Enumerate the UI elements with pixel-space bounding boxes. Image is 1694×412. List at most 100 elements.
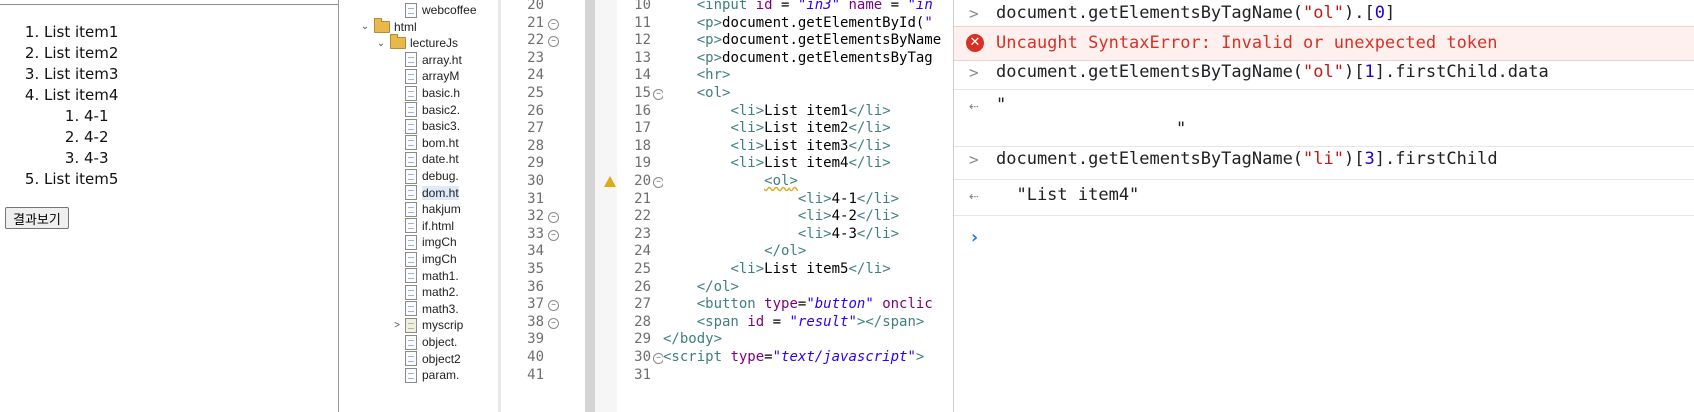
list-item: List item4 4-1 4-2 4-3 <box>44 85 118 169</box>
list-item: List item1 <box>44 22 118 43</box>
console-output-entry[interactable]: ⇠ "List item4" <box>954 179 1694 216</box>
chevron-icon[interactable]: ⌄ <box>359 21 371 32</box>
fold-toggle-icon[interactable]: − <box>548 212 559 224</box>
line-number: 22 <box>527 32 544 49</box>
explorer-item[interactable]: math3. <box>391 300 459 318</box>
input-chevron-icon: > <box>969 63 979 82</box>
line-number: 33 <box>527 225 544 242</box>
code-line[interactable]: <ol> <box>663 84 731 103</box>
explorer-item[interactable]: dom.ht <box>391 184 459 202</box>
line-number: 27 <box>527 120 544 137</box>
code-line[interactable]: <span id = "result"></span> <box>663 313 925 332</box>
explorer-item[interactable]: imgCh <box>391 250 457 268</box>
explorer-item[interactable]: param. <box>391 366 459 384</box>
console-entry-text: document.getElementsByTagName("ol").[0] <box>996 3 1396 23</box>
code-line[interactable]: <li>4-2</li> <box>663 207 899 226</box>
code-line[interactable]: <li>List item2</li> <box>663 119 890 138</box>
console-input-entry[interactable]: > document.getElementsByTagName("li")[3].… <box>954 146 1694 180</box>
code-line[interactable]: <li>List item1</li> <box>663 102 890 121</box>
explorer-item[interactable]: arrayM <box>391 67 459 85</box>
explorer-item[interactable]: > myscrip <box>391 316 463 334</box>
explorer-item-label: debug. <box>422 169 459 183</box>
html-file-icon <box>405 301 417 317</box>
line-number-gutter-secondary: 20 21−22−23 24 25 26 27 28 29 30 31 32−33−34 35 36 37… <box>508 0 568 412</box>
code-line[interactable]: <button type="button" onclic <box>663 295 933 314</box>
line-number: 34 <box>527 243 544 260</box>
explorer-scrollbar[interactable] <box>498 0 501 412</box>
explorer-item[interactable]: ⌄ html <box>359 17 417 36</box>
code-line[interactable]: </body> <box>663 330 722 349</box>
code-line[interactable]: <li>List item4</li> <box>663 154 890 173</box>
console-input-entry[interactable]: > document.getElementsByTagName("ol")[1].… <box>954 59 1694 90</box>
fold-toggle-icon[interactable]: − <box>548 36 559 48</box>
explorer-item-label: basic.h <box>422 86 461 100</box>
fold-toggle-icon[interactable]: − <box>548 300 559 312</box>
line-number: 24 <box>634 243 651 260</box>
code-line[interactable]: </ol> <box>663 278 739 297</box>
code-line[interactable]: <p>document.getElementById(" <box>663 14 933 33</box>
explorer-item[interactable]: imgCh <box>391 233 457 251</box>
line-number: 23 <box>634 225 651 242</box>
html-file-icon <box>405 351 417 367</box>
explorer-item-label: object. <box>422 335 458 349</box>
explorer-item[interactable]: debug. <box>391 167 459 185</box>
console-error-entry[interactable]: ✕ Uncaught SyntaxError: Invalid or unexpe… <box>954 26 1694 61</box>
line-number: 29 <box>527 155 544 172</box>
explorer-item[interactable]: basic.h <box>391 84 460 102</box>
fold-toggle-icon[interactable]: − <box>548 18 559 30</box>
list-item: List item5 <box>44 169 118 190</box>
explorer-item-label: lectureJs <box>410 36 459 51</box>
console-output-entry[interactable]: ⇠ " " <box>954 89 1694 147</box>
explorer-item-label: html <box>394 19 417 34</box>
explorer-item[interactable]: ⌄ lectureJs <box>375 34 458 52</box>
explorer-item[interactable]: basic2. <box>391 101 460 119</box>
html-file-icon <box>405 185 417 201</box>
code-line[interactable]: <li>4-3</li> <box>663 225 899 244</box>
line-number: 32 <box>527 208 544 225</box>
code-line[interactable]: </ol> <box>663 242 806 261</box>
console-input-entry[interactable]: > document.getElementsByTagName("ol").[0] <box>954 0 1694 27</box>
explorer-item[interactable]: array.ht <box>391 51 462 69</box>
code-editor[interactable]: <input id = "in3" name = "in <p>document… <box>663 0 953 412</box>
explorer-item[interactable]: object. <box>391 333 457 351</box>
explorer-item[interactable]: webcoffee <box>391 1 477 19</box>
code-line[interactable]: <li>List item5</li> <box>663 260 890 279</box>
explorer-item[interactable]: basic3. <box>391 117 460 135</box>
warning-icon[interactable] <box>604 176 616 187</box>
html-file-icon <box>405 201 417 217</box>
explorer-item[interactable]: hakjum <box>391 200 461 218</box>
line-number: 15 <box>634 85 651 101</box>
editor-splitter[interactable] <box>585 0 595 412</box>
result-arrow-icon: ⇠ <box>969 186 979 205</box>
explorer-item[interactable]: if.html <box>391 217 454 235</box>
fold-toggle-icon[interactable]: − <box>548 229 559 241</box>
console-entry-text: Uncaught SyntaxError: Invalid or unexpec… <box>996 33 1498 53</box>
explorer-item[interactable]: math1. <box>391 267 459 285</box>
editor-ruler <box>595 0 617 412</box>
explorer-item[interactable]: object2 <box>391 350 461 368</box>
code-line[interactable]: <li>List item3</li> <box>663 137 890 156</box>
fold-toggle-icon[interactable]: − <box>548 317 559 329</box>
code-line[interactable]: <p>document.getElementsByTag <box>663 49 933 68</box>
explorer-item[interactable]: date.ht <box>391 150 459 168</box>
code-line[interactable]: <p>document.getElementsByName <box>663 31 941 50</box>
html-file-icon <box>405 284 417 300</box>
code-line[interactable]: <li>4-1</li> <box>663 190 899 209</box>
show-result-button[interactable]: 결과보기 <box>5 207 69 229</box>
html-file-icon <box>405 118 417 134</box>
console-prompt-icon[interactable]: › <box>969 227 980 248</box>
code-line[interactable]: <ol> <box>663 172 798 191</box>
chevron-icon[interactable]: ⌄ <box>375 38 387 49</box>
explorer-item-label: arrayM <box>422 69 460 84</box>
line-number: 28 <box>527 137 544 154</box>
explorer-item[interactable]: math2. <box>391 283 459 301</box>
line-number: 30 <box>527 173 544 189</box>
html-file-icon <box>405 52 417 68</box>
explorer-item[interactable]: bom.ht <box>391 134 459 152</box>
outer-ordered-list: List item1 List item2 List item3 List it… <box>0 22 118 190</box>
code-line[interactable]: <hr> <box>663 66 731 85</box>
code-line[interactable]: <script type="text/javascript"> <box>663 348 924 367</box>
line-number: 12 <box>634 32 651 49</box>
chevron-icon[interactable]: > <box>391 320 403 331</box>
explorer-item-label: bom.ht <box>422 135 459 150</box>
